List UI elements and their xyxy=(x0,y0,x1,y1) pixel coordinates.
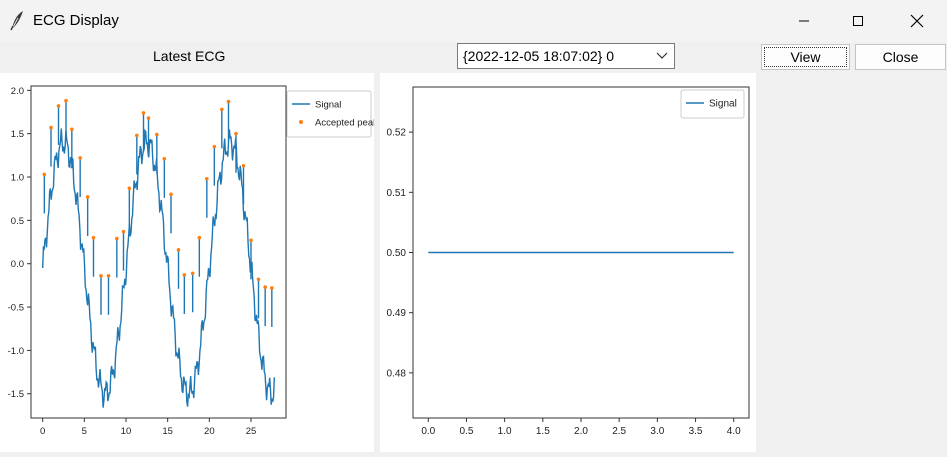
record-select-value: {2022-12-05 18:07:02} 0 xyxy=(463,48,615,64)
legend-label: Accepted peaks xyxy=(315,118,374,129)
peak-point xyxy=(64,98,68,103)
maximize-icon xyxy=(853,16,863,26)
ecg-chart: 0 5 10 15 20 25 2.0 1.5 1.0 0.5 0.0 -0.5 -1.0 -1.5 Sig… xyxy=(8,85,383,437)
peak-point xyxy=(212,144,217,149)
peak-point xyxy=(169,192,173,197)
peak-point xyxy=(234,131,238,136)
x-tick-label: 3.5 xyxy=(689,426,703,437)
peak-point xyxy=(56,104,61,108)
peak-point xyxy=(91,235,96,240)
peak-point xyxy=(220,107,224,112)
peak-point xyxy=(146,116,151,120)
x-tick-label: 1.0 xyxy=(498,426,512,437)
latest-ecg-label: Latest ECG xyxy=(153,48,226,64)
peak-point xyxy=(121,229,126,234)
peak-point xyxy=(78,156,82,160)
peak-point xyxy=(263,285,267,289)
peak-point xyxy=(176,248,181,252)
close-button[interactable]: Close xyxy=(855,44,946,70)
x-tick-label: 2.5 xyxy=(612,426,626,437)
x-tick-label: 10 xyxy=(121,426,132,437)
signal-chart: 0.0 0.5 1.0 1.5 2.0 2.5 3.0 3.5 4.0 0.52 0.51 0.50 0… xyxy=(387,86,750,437)
close-window-button[interactable] xyxy=(894,0,940,42)
x-tick-label: 15 xyxy=(162,426,173,437)
x-tick-label: 3.0 xyxy=(650,426,664,437)
legend-label: Signal xyxy=(315,100,341,111)
close-icon xyxy=(910,14,924,28)
peak-point xyxy=(155,132,159,137)
peak-point xyxy=(162,157,167,161)
legend: Signal Accepted peaks xyxy=(286,90,383,138)
y-tick-label: 2.0 xyxy=(11,86,24,97)
plot-frame xyxy=(30,85,287,419)
legend: Signal xyxy=(680,89,745,119)
record-select[interactable]: {2022-12-05 18:07:02} 0 xyxy=(457,43,675,69)
x-tick-label: 5 xyxy=(82,426,87,437)
peak-point xyxy=(256,277,261,282)
peak-point xyxy=(270,286,274,290)
peak-point xyxy=(115,236,119,241)
feather-icon xyxy=(10,11,23,31)
y-tick-label: 0.0 xyxy=(11,259,24,270)
x-tick-label: 0.0 xyxy=(421,426,435,437)
y-tick-label: -1.0 xyxy=(8,346,24,357)
y-tick-label: 0.5 xyxy=(11,216,24,227)
maximize-button[interactable] xyxy=(835,0,881,42)
y-tick-label: 0.51 xyxy=(387,188,407,199)
x-tick-label: 0 xyxy=(40,426,45,437)
chevron-down-icon xyxy=(656,52,668,59)
peak-point xyxy=(106,274,111,278)
x-tick-label: 2.0 xyxy=(574,426,588,437)
peak-point xyxy=(70,127,74,132)
legend-label: Signal xyxy=(709,99,737,110)
peak-point xyxy=(241,163,246,168)
minimize-button[interactable] xyxy=(781,0,827,42)
legend-box xyxy=(286,90,372,138)
peak-point xyxy=(205,176,209,181)
peak-point xyxy=(42,172,47,177)
y-tick-label: -0.5 xyxy=(8,303,24,314)
legend-swatch-dot xyxy=(299,120,303,124)
peak-point xyxy=(85,195,90,199)
peak-point xyxy=(190,271,195,276)
view-button[interactable]: View xyxy=(761,44,850,70)
y-tick-label: -1.5 xyxy=(8,389,24,400)
window-title: ECG Display xyxy=(33,12,119,29)
peak-point xyxy=(135,133,139,138)
peak-point xyxy=(249,238,253,243)
y-tick-label: 0.49 xyxy=(387,308,407,319)
x-tick-label: 4.0 xyxy=(727,426,741,437)
y-tick-label: 1.5 xyxy=(11,129,24,140)
x-tick-label: 0.5 xyxy=(460,426,474,437)
y-tick-label: 0.50 xyxy=(387,248,407,259)
x-tick-label: 20 xyxy=(204,426,215,437)
minimize-icon xyxy=(799,20,809,22)
title-bar: ECG Display xyxy=(0,0,947,42)
x-tick-label: 1.5 xyxy=(536,426,550,437)
peak-point xyxy=(49,125,53,130)
x-tick-label: 25 xyxy=(246,426,257,437)
selected-record-plot: 0.0 0.5 1.0 1.5 2.0 2.5 3.0 3.5 4.0 0.52 0.51 0.50 0… xyxy=(380,73,756,452)
y-tick-label: 0.52 xyxy=(387,128,407,139)
peak-point xyxy=(182,273,187,277)
peak-point xyxy=(99,274,103,278)
y-tick-label: 1.0 xyxy=(11,173,24,184)
latest-ecg-plot: 0 5 10 15 20 25 2.0 1.5 1.0 0.5 0.0 -0.5 -1.0 -1.5 Sig… xyxy=(0,73,383,452)
peak-point xyxy=(127,186,132,191)
peak-point xyxy=(226,99,231,104)
peak-point xyxy=(141,111,146,115)
peak-point xyxy=(197,235,202,240)
y-tick-label: 0.48 xyxy=(387,368,407,379)
